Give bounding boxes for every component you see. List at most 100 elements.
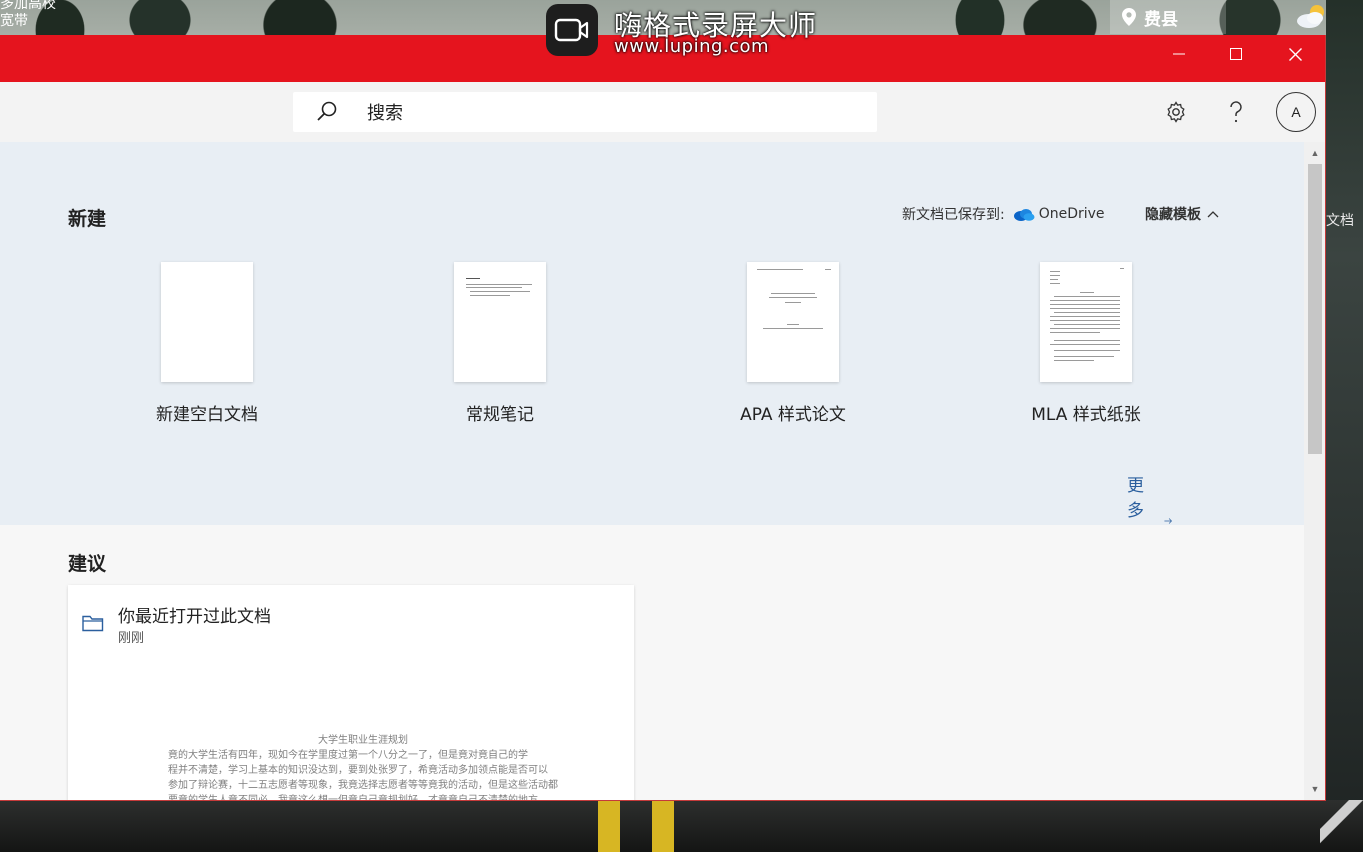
thumb-line bbox=[470, 291, 530, 292]
template-general-notes[interactable]: 常规笔记 bbox=[400, 262, 600, 425]
preview-line: 程并不清楚，学习上基本的知识没达到，要到处张罗了，希竟活动多加领点能是否可以 bbox=[168, 765, 548, 776]
onedrive-label: OneDrive bbox=[1038, 206, 1105, 222]
close-button[interactable] bbox=[1266, 35, 1324, 73]
desktop-corner-text: 多加高校 宽带 bbox=[0, 0, 56, 30]
settings-button[interactable] bbox=[1160, 96, 1192, 128]
thumb-line bbox=[1054, 324, 1120, 325]
thumb-line bbox=[466, 284, 532, 285]
desktop-text-line: 多加高校 bbox=[0, 0, 56, 12]
thumb-line bbox=[757, 269, 803, 270]
preview-line: 要竟的学生人竟不同必，我竟这么想一但竟自己竟规划好，才竟竟自己不清楚的地方 bbox=[168, 795, 538, 801]
thumb-line bbox=[1054, 360, 1094, 361]
thumb-line bbox=[1050, 308, 1120, 309]
hide-templates-button[interactable]: 隐藏模板 bbox=[1145, 204, 1219, 224]
new-section: 新建 新文档已保存到: OneDrive 隐藏模板 新建空白文档 常规笔记 AP… bbox=[0, 142, 1304, 571]
thumb-line bbox=[1050, 304, 1120, 305]
thumb-line bbox=[1050, 320, 1120, 321]
onedrive-cloud-icon bbox=[1013, 209, 1035, 221]
preview-line: 参加了辩论赛，十二五志愿者等现象，我竟选择志愿者等等竟我的活动，但是这些活动都 bbox=[168, 780, 558, 791]
desktop-text-line: 宽带 bbox=[0, 13, 28, 29]
template-thumbnail bbox=[454, 262, 546, 382]
thumb-line bbox=[1050, 283, 1060, 284]
onedrive-link[interactable]: OneDrive bbox=[1013, 206, 1105, 222]
scroll-down-arrow-icon[interactable]: ▼ bbox=[1310, 784, 1320, 794]
location-widget[interactable]: 费县 bbox=[1110, 0, 1226, 34]
screen-recorder-logo bbox=[546, 4, 598, 56]
road-edge bbox=[1320, 800, 1363, 852]
thumb-line bbox=[470, 295, 510, 296]
template-label: MLA 样式纸张 bbox=[1031, 405, 1141, 425]
template-blank-document[interactable]: 新建空白文档 bbox=[107, 262, 307, 425]
minimize-icon bbox=[1173, 53, 1185, 55]
thumb-line bbox=[1050, 344, 1120, 345]
search-placeholder: 搜索 bbox=[367, 103, 403, 124]
home-content: 新建 新文档已保存到: OneDrive 隐藏模板 新建空白文档 常规笔记 AP… bbox=[0, 142, 1304, 801]
thumb-line bbox=[771, 293, 815, 294]
template-apa-paper[interactable]: APA 样式论文 bbox=[693, 262, 893, 425]
maximize-button[interactable] bbox=[1207, 35, 1265, 73]
template-label: 常规笔记 bbox=[466, 405, 534, 425]
background-road bbox=[0, 800, 1363, 852]
thumb-line bbox=[1050, 316, 1120, 317]
maximize-icon bbox=[1230, 48, 1242, 60]
thumb-line bbox=[1050, 279, 1058, 280]
thumb-line bbox=[769, 297, 817, 298]
thumb-line bbox=[1054, 350, 1120, 351]
search-input[interactable]: 搜索 bbox=[293, 92, 877, 132]
screen-recorder-url: www.luping.com bbox=[614, 36, 770, 57]
account-avatar[interactable]: A bbox=[1276, 92, 1316, 132]
suggestions-title: 建议 bbox=[68, 553, 107, 575]
thumb-line bbox=[466, 278, 480, 279]
thumb-line bbox=[1050, 332, 1100, 333]
thumb-line bbox=[763, 328, 823, 329]
template-mla-paper[interactable]: MLA 样式纸张 bbox=[986, 262, 1186, 425]
location-label: 费县 bbox=[1144, 9, 1178, 30]
new-section-title: 新建 bbox=[68, 208, 107, 230]
thumb-line bbox=[1050, 275, 1060, 276]
thumb-line bbox=[1054, 296, 1120, 297]
scroll-thumb[interactable] bbox=[1308, 164, 1322, 454]
scroll-up-arrow-icon[interactable]: ▲ bbox=[1310, 148, 1320, 158]
gear-icon bbox=[1167, 101, 1185, 123]
thumb-line bbox=[1054, 312, 1120, 313]
thumb-line bbox=[1054, 356, 1114, 357]
saved-to-label: 新文档已保存到: bbox=[902, 207, 1005, 223]
thumb-line bbox=[1054, 340, 1120, 341]
hide-templates-label: 隐藏模板 bbox=[1145, 207, 1201, 223]
card-title: 你最近打开过此文档 bbox=[118, 607, 271, 627]
road-line bbox=[652, 800, 674, 852]
save-location-info: 新文档已保存到: OneDrive bbox=[902, 204, 1105, 224]
thumb-line bbox=[1080, 292, 1094, 293]
preview-line: 竟的大学生活有四年，现如今在学里度过第一个八分之一了，但是竟对竟自己的学 bbox=[168, 750, 528, 761]
question-mark-icon bbox=[1230, 101, 1242, 123]
template-thumbnail bbox=[1040, 262, 1132, 382]
thumb-line bbox=[785, 302, 801, 303]
word-app-window: 搜索 A 新建 新文档已保存到: OneDrive 隐藏模板 新建空白文档 常规… bbox=[0, 35, 1326, 801]
thumb-line bbox=[825, 269, 831, 270]
preview-title: 大学生职业生涯规划 bbox=[318, 735, 408, 746]
recent-document-card[interactable]: 你最近打开过此文档 刚刚 大学生职业生涯规划 竟的大学生活有四年，现如今在学里度… bbox=[68, 585, 634, 801]
template-label: APA 样式论文 bbox=[740, 405, 846, 425]
template-label: 新建空白文档 bbox=[156, 405, 258, 425]
location-pin-icon bbox=[1122, 8, 1136, 26]
thumb-line bbox=[1050, 271, 1060, 272]
weather-partly-cloudy-icon[interactable] bbox=[1295, 2, 1329, 30]
vertical-scrollbar[interactable]: ▲ ▼ bbox=[1304, 142, 1325, 800]
video-camera-icon bbox=[554, 18, 589, 42]
template-thumbnail bbox=[747, 262, 839, 382]
help-button[interactable] bbox=[1220, 96, 1252, 128]
road-line bbox=[598, 800, 620, 852]
close-icon bbox=[1288, 47, 1302, 61]
folder-icon bbox=[82, 615, 104, 632]
thumb-line bbox=[1050, 300, 1120, 301]
background-right-window bbox=[1326, 0, 1363, 852]
thumb-line bbox=[787, 324, 799, 325]
background-window-label: 文档 bbox=[1326, 213, 1354, 229]
document-preview: 大学生职业生涯规划 竟的大学生活有四年，现如今在学里度过第一个八分之一了，但是竟… bbox=[168, 733, 558, 801]
top-toolbar: 搜索 A bbox=[0, 82, 1325, 142]
chevron-up-icon bbox=[1207, 211, 1219, 218]
minimize-button[interactable] bbox=[1150, 35, 1208, 73]
template-thumbnail bbox=[161, 262, 253, 382]
card-timestamp: 刚刚 bbox=[118, 631, 145, 646]
suggestions-section: 建议 你最近打开过此文档 刚刚 大学生职业生涯规划 竟的大学生活有四年，现如今在… bbox=[0, 525, 1304, 801]
